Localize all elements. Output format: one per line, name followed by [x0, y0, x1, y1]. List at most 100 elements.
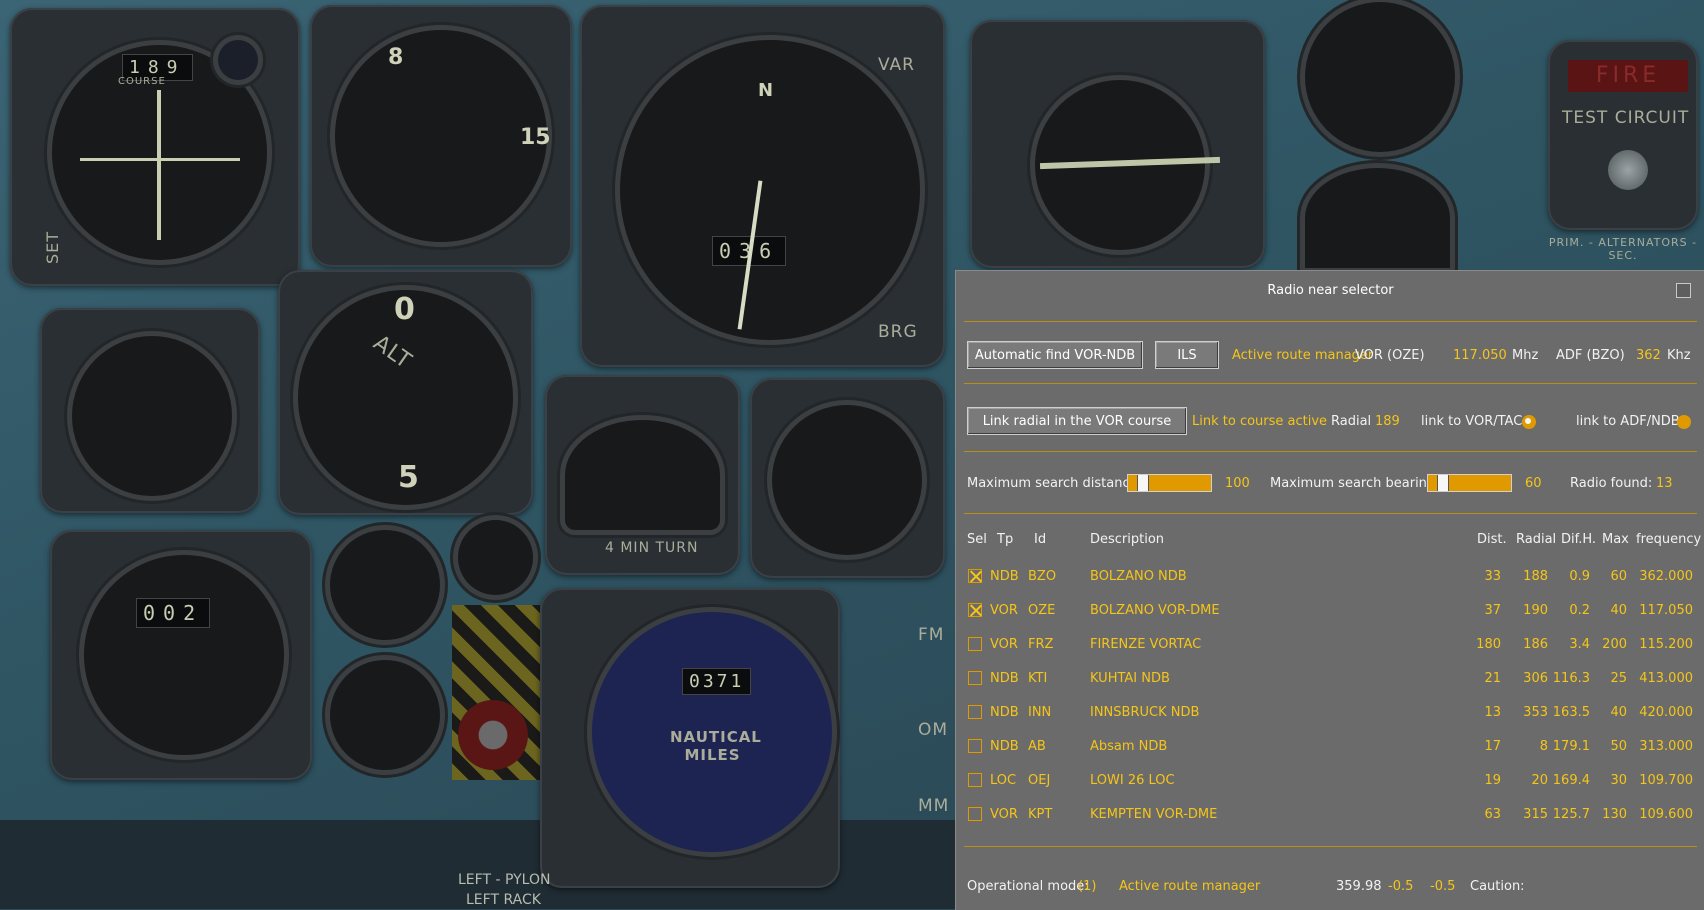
- nautical-label: NAUTICAL MILES: [670, 728, 762, 764]
- row-select-checkbox[interactable]: [968, 773, 982, 787]
- slider-knob[interactable]: [1437, 475, 1449, 491]
- adf-unit: Khz: [1667, 348, 1691, 363]
- fire-test-toggle[interactable]: [1608, 150, 1648, 190]
- radio-found-value: 13: [1656, 476, 1673, 491]
- row-type: NDB: [990, 705, 1019, 720]
- dialog-title: Radio near selector: [1267, 283, 1394, 298]
- table-row[interactable]: VOR OZE BOLZANO VOR-DME 37 190 0.2 40 11…: [956, 594, 1704, 628]
- vor-unit: Mhz: [1512, 348, 1539, 363]
- close-button[interactable]: [1676, 283, 1691, 298]
- row-frequency: 420.000: [1639, 705, 1693, 720]
- max-distance-slider[interactable]: [1127, 474, 1212, 492]
- fire-light: FIRE: [1568, 60, 1688, 92]
- row-id: AB: [1028, 739, 1046, 754]
- row-type: NDB: [990, 671, 1019, 686]
- link-vortac-label: link to VOR/TAC: [1421, 414, 1523, 429]
- row-type: VOR: [990, 807, 1018, 822]
- course-label: COURSE: [118, 76, 166, 87]
- col-dist: Dist.: [1477, 532, 1507, 547]
- operational-mode-label: Operational mode:: [967, 879, 1089, 894]
- row-description: FIRENZE VORTAC: [1090, 637, 1202, 652]
- divider: [964, 321, 1697, 322]
- row-type: VOR: [990, 603, 1018, 618]
- vor-frequency: 117.050: [1453, 348, 1507, 363]
- row-frequency: 109.700: [1639, 773, 1693, 788]
- row-id: BZO: [1028, 569, 1057, 584]
- turn-label: 4 MIN TURN: [605, 540, 699, 556]
- clock-dial: [772, 405, 922, 555]
- max-distance-value: 100: [1225, 476, 1250, 491]
- col-difh: Dif.H.: [1561, 532, 1597, 547]
- wind-window: 002: [136, 598, 211, 628]
- alt-0: 0: [394, 292, 415, 327]
- row-select-checkbox[interactable]: [968, 671, 982, 685]
- link-course-status: Link to course active: [1192, 414, 1328, 429]
- row-select-checkbox[interactable]: [968, 569, 982, 583]
- max-distance-label: Maximum search distance: [967, 476, 1138, 491]
- table-row[interactable]: LOC OEJ LOWI 26 LOC 19 20 169.4 30 109.7…: [956, 764, 1704, 798]
- row-type: NDB: [990, 569, 1019, 584]
- link-vortac-radio[interactable]: [1522, 415, 1536, 429]
- row-description: LOWI 26 LOC: [1090, 773, 1175, 788]
- ils-button[interactable]: ILS: [1155, 341, 1219, 369]
- heading-readout: 359.98: [1336, 879, 1382, 894]
- col-max: Max: [1602, 532, 1629, 547]
- max-bearing-value: 60: [1525, 476, 1542, 491]
- footer-value-1: -0.5: [1388, 879, 1414, 894]
- automatic-find-button[interactable]: Automatic find VOR-NDB: [967, 341, 1143, 369]
- divider: [964, 513, 1697, 514]
- radio-selector-dialog: Radio near selector Automatic find VOR-N…: [955, 270, 1704, 910]
- table-row[interactable]: NDB AB Absam NDB 17 8 179.1 50 313.000: [956, 730, 1704, 764]
- row-id: KPT: [1028, 807, 1053, 822]
- wind-dial: [84, 555, 284, 755]
- max-bearing-slider[interactable]: [1427, 474, 1512, 492]
- red-knob[interactable]: [458, 700, 528, 770]
- adf-label: ADF (BZO): [1556, 348, 1625, 363]
- alternators-label: PRIM. - ALTERNATORS - SEC.: [1548, 236, 1698, 262]
- accel-dial: [72, 336, 232, 496]
- row-select-checkbox[interactable]: [968, 739, 982, 753]
- vor-label: VOR (OZE): [1355, 348, 1425, 363]
- rpm-dial: [1305, 2, 1455, 152]
- radio-found-label: Radio found:: [1570, 476, 1653, 491]
- table-row[interactable]: NDB KTI KUHTAI NDB 21 306 116.3 25 413.0…: [956, 662, 1704, 696]
- table-row[interactable]: NDB INN INNSBRUCK NDB 13 353 163.5 40 42…: [956, 696, 1704, 730]
- table-row[interactable]: VOR FRZ FIRENZE VORTAC 180 186 3.4 200 1…: [956, 628, 1704, 662]
- active-route-label: Active route manager: [1232, 348, 1374, 363]
- row-id: OEJ: [1028, 773, 1051, 788]
- row-type: LOC: [990, 773, 1017, 788]
- adf-frequency: 362: [1636, 348, 1661, 363]
- row-type: VOR: [990, 637, 1018, 652]
- col-sel: Sel: [967, 532, 987, 547]
- row-select-checkbox[interactable]: [968, 603, 982, 617]
- row-frequency: 115.200: [1639, 637, 1693, 652]
- divider: [964, 451, 1697, 452]
- var-label: VAR: [878, 55, 915, 75]
- row-frequency: 117.050: [1639, 603, 1693, 618]
- om-label: OM: [918, 720, 949, 740]
- max-bearing-label: Maximum search bearing: [1270, 476, 1436, 491]
- table-row[interactable]: VOR KPT KEMPTEN VOR-DME 63 315 125.7 130…: [956, 798, 1704, 832]
- row-select-checkbox[interactable]: [968, 807, 982, 821]
- test-circuit-label: TEST CIRCUIT: [1562, 108, 1690, 128]
- row-description: INNSBRUCK NDB: [1090, 705, 1200, 720]
- col-id: Id: [1034, 532, 1047, 547]
- row-description: Absam NDB: [1090, 739, 1168, 754]
- row-frequency: 413.000: [1639, 671, 1693, 686]
- link-adf-radio[interactable]: [1677, 415, 1691, 429]
- footer-value-2: -0.5: [1430, 879, 1456, 894]
- table-row[interactable]: NDB BZO BOLZANO NDB 33 188 0.9 60 362.00…: [956, 560, 1704, 594]
- row-id: OZE: [1028, 603, 1056, 618]
- small-gauge: [458, 520, 533, 595]
- row-frequency: 362.000: [1639, 569, 1693, 584]
- left-rack-label: LEFT RACK: [466, 892, 541, 908]
- row-select-checkbox[interactable]: [968, 705, 982, 719]
- row-select-checkbox[interactable]: [968, 637, 982, 651]
- row-description: BOLZANO NDB: [1090, 569, 1187, 584]
- link-radial-button[interactable]: Link radial in the VOR course: [967, 407, 1187, 435]
- temp-dial: [1305, 168, 1450, 268]
- test-knob[interactable]: [218, 40, 258, 80]
- slider-knob[interactable]: [1137, 475, 1149, 491]
- alt-5: 5: [398, 460, 419, 495]
- row-id: FRZ: [1028, 637, 1054, 652]
